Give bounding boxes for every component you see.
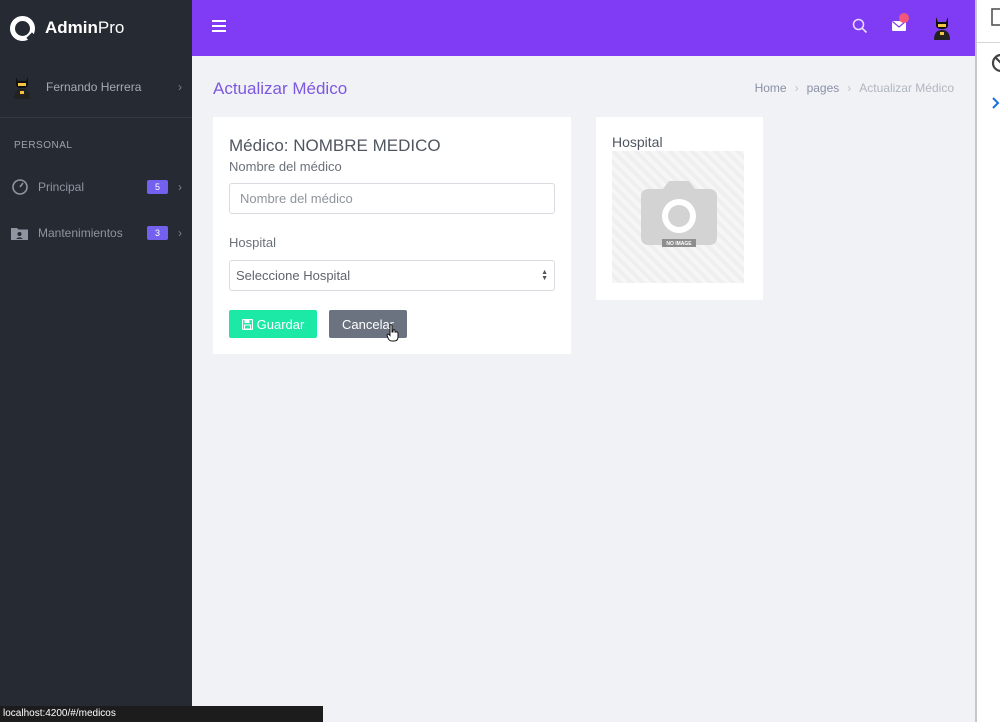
gauge-icon bbox=[11, 179, 28, 196]
section-label: PERSONAL bbox=[14, 140, 73, 151]
chevron-right-icon: › bbox=[178, 79, 182, 94]
divider bbox=[977, 42, 1000, 43]
chevron-right-icon: › bbox=[178, 226, 182, 240]
user-profile[interactable]: Fernando Herrera › bbox=[0, 56, 192, 118]
sidebar-item-principal[interactable]: Principal 5 › bbox=[0, 164, 192, 210]
save-icon bbox=[241, 318, 253, 330]
sidebar-item-label: Principal bbox=[38, 180, 85, 194]
hospital-select-value: Seleccione Hospital bbox=[236, 268, 351, 283]
brand-name: AdminPro bbox=[45, 18, 124, 38]
breadcrumb: Home › pages › Actualizar Médico bbox=[755, 81, 954, 95]
form-title: Médico: NOMBRE MEDICO bbox=[229, 136, 441, 155]
breadcrumb-separator: › bbox=[847, 81, 852, 95]
hospital-select[interactable]: Seleccione Hospital ▲ ▼ bbox=[229, 260, 555, 291]
devtools-panel bbox=[975, 0, 1000, 722]
block-icon[interactable] bbox=[991, 53, 1000, 73]
user-avatar-icon bbox=[14, 76, 30, 99]
sidebar-item-label: Mantenimientos bbox=[38, 226, 123, 240]
menu-icon[interactable] bbox=[212, 20, 226, 32]
user-name: Fernando Herrera bbox=[46, 79, 142, 94]
inspect-icon[interactable] bbox=[991, 8, 1000, 26]
no-image-text: NO IMAGE bbox=[666, 241, 692, 247]
topbar bbox=[192, 0, 975, 56]
folder-user-icon bbox=[11, 225, 28, 242]
status-bar-url: localhost:4200/#/medicos bbox=[0, 706, 323, 722]
doctor-form-card: Médico: NOMBRE MEDICO Nombre del médico … bbox=[213, 117, 571, 354]
avatar[interactable] bbox=[932, 16, 952, 40]
count-badge: 5 bbox=[147, 180, 168, 194]
select-arrows-icon: ▲ ▼ bbox=[541, 268, 548, 282]
save-button-label: Guardar bbox=[256, 316, 305, 332]
breadcrumb-separator: › bbox=[794, 81, 799, 95]
breadcrumb-home[interactable]: Home bbox=[755, 81, 787, 95]
hospital-card: Hospital NO IMAGE bbox=[596, 117, 763, 300]
hospital-image-placeholder: NO IMAGE bbox=[612, 151, 744, 283]
page-title: Actualizar Médico bbox=[213, 79, 348, 98]
breadcrumb-pages[interactable]: pages bbox=[807, 81, 840, 95]
chevron-right-icon: › bbox=[178, 180, 182, 194]
chevron-right-icon[interactable] bbox=[992, 97, 1000, 109]
hospital-card-title: Hospital bbox=[612, 134, 663, 150]
save-button[interactable]: Guardar bbox=[229, 310, 317, 338]
brand[interactable]: AdminPro bbox=[0, 0, 192, 56]
hand-cursor-icon bbox=[386, 324, 399, 342]
notification-dot bbox=[899, 13, 909, 23]
name-label: Nombre del médico bbox=[229, 159, 342, 174]
brand-logo-icon bbox=[10, 15, 35, 41]
brand-name-light: Pro bbox=[97, 18, 125, 37]
hospital-label: Hospital bbox=[229, 235, 276, 250]
search-icon[interactable] bbox=[852, 18, 868, 34]
sidebar-item-mantenimientos[interactable]: Mantenimientos 3 › bbox=[0, 210, 192, 256]
count-badge: 3 bbox=[147, 226, 168, 240]
breadcrumb-current: Actualizar Médico bbox=[859, 81, 954, 95]
doctor-name-input[interactable] bbox=[229, 183, 555, 214]
brand-name-bold: Admin bbox=[45, 18, 98, 37]
sidebar: AdminPro Fernando Herrera › PERSONAL Pri… bbox=[0, 0, 192, 722]
